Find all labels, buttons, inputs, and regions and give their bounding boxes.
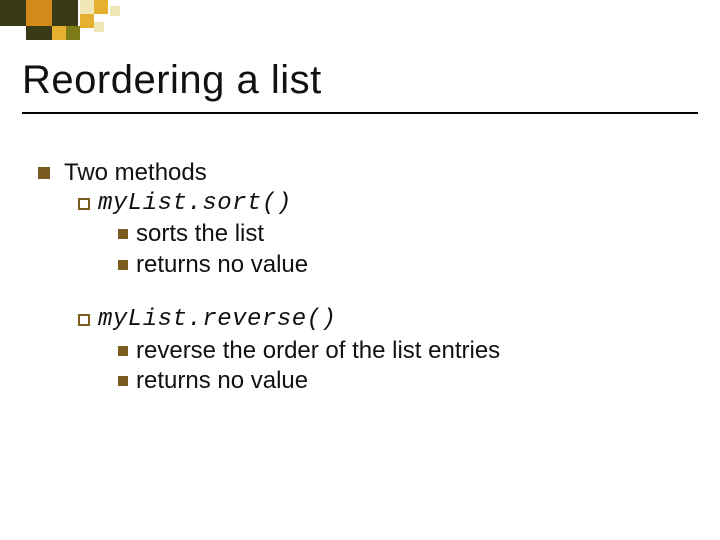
code-reverse: myList.reverse(): [98, 305, 336, 336]
level3-text: reverse the order of the list entries: [136, 336, 500, 367]
bullet-level3: returns no value: [118, 366, 690, 397]
code-object: myList: [98, 306, 187, 333]
title-underline: [22, 112, 698, 114]
square-bullet-icon: [118, 260, 128, 270]
bullet-level3: returns no value: [118, 250, 690, 281]
square-bullet-icon: [38, 167, 50, 179]
level3-text: returns no value: [136, 366, 308, 397]
bullet-level1: Two methods: [38, 158, 690, 189]
corner-decoration: [0, 0, 220, 46]
level3-text: returns no value: [136, 250, 308, 281]
level3-text: sorts the list: [136, 219, 264, 250]
slide: Reordering a list Two methods myList.sor…: [0, 0, 720, 540]
level1-text: Two methods: [64, 158, 207, 189]
open-square-bullet-icon: [78, 198, 90, 210]
bullet-level2-reverse: myList.reverse(): [78, 305, 690, 336]
code-object: myList: [98, 190, 187, 217]
code-sort: myList.sort(): [98, 189, 292, 220]
bullet-level3: sorts the list: [118, 219, 690, 250]
slide-title: Reordering a list: [22, 58, 322, 103]
square-bullet-icon: [118, 346, 128, 356]
square-bullet-icon: [118, 229, 128, 239]
bullet-level2-sort: myList.sort(): [78, 189, 690, 220]
slide-body: Two methods myList.sort() sorts the list…: [38, 158, 690, 397]
square-bullet-icon: [118, 376, 128, 386]
open-square-bullet-icon: [78, 314, 90, 326]
bullet-level3: reverse the order of the list entries: [118, 336, 690, 367]
code-method: .sort(): [187, 190, 291, 217]
code-method: .reverse(): [187, 306, 336, 333]
